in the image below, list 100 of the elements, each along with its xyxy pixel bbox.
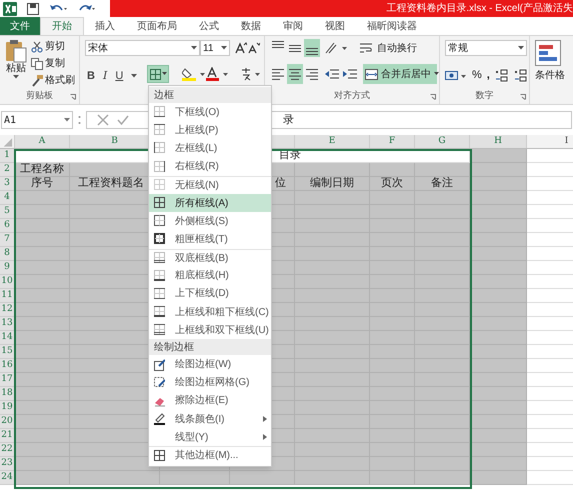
merge-center-button[interactable]: 合并后居中 <box>363 64 437 84</box>
row-header[interactable]: 6 <box>0 219 15 233</box>
ribbon-tab[interactable]: 页面布局 <box>126 17 188 35</box>
row-header[interactable]: 23 <box>0 457 15 471</box>
column-header[interactable]: G <box>415 135 470 148</box>
menu-item[interactable]: 上框线和双下框线(U) <box>149 321 271 340</box>
border-icon <box>154 324 165 336</box>
ribbon-tab[interactable]: 插入 <box>84 17 126 35</box>
row-header[interactable]: 17 <box>0 373 15 387</box>
increase-indent-icon[interactable] <box>343 68 357 80</box>
row-header[interactable]: 10 <box>0 275 15 289</box>
bold-button[interactable]: B <box>87 68 95 84</box>
menu-item[interactable]: 粗匣框线(T) <box>149 230 271 248</box>
font-name-dropdown[interactable]: 宋体 <box>85 40 200 56</box>
row-header[interactable]: 22 <box>0 443 15 457</box>
ribbon-tab[interactable]: 开始 <box>40 17 84 35</box>
caret-icon <box>518 46 524 50</box>
dialog-launcher-icon[interactable] <box>430 94 436 100</box>
menu-item[interactable]: 其他边框(M)... <box>149 446 271 465</box>
text-orientation-icon[interactable] <box>325 41 349 55</box>
dialog-launcher-icon[interactable] <box>520 94 526 100</box>
menu-item[interactable]: 线型(Y) <box>149 428 271 446</box>
font-size-dropdown[interactable]: 11 <box>200 40 230 56</box>
row-header[interactable]: 15 <box>0 345 15 359</box>
row-header[interactable]: 18 <box>0 387 15 401</box>
format-painter-button[interactable]: 格式刷 <box>31 74 75 87</box>
menu-item[interactable]: 粗底框线(H) <box>149 266 271 285</box>
ribbon-tab[interactable]: 公式 <box>188 17 230 35</box>
decrease-decimal-icon[interactable] <box>514 68 528 82</box>
wrap-text-button[interactable]: 自动换行 <box>360 40 417 56</box>
row-header[interactable]: 12 <box>0 303 15 317</box>
phonetic-guide-icon[interactable] <box>240 67 262 81</box>
excel-logo-icon[interactable] <box>3 2 17 16</box>
row-header[interactable]: 14 <box>0 331 15 345</box>
row-header[interactable]: 19 <box>0 401 15 415</box>
menu-item[interactable]: 所有框线(A) <box>149 194 271 212</box>
align-button[interactable] <box>287 64 303 84</box>
fill-color-icon[interactable] <box>182 67 206 81</box>
column-header[interactable]: E <box>295 135 370 148</box>
ribbon-tab[interactable]: 文件 <box>0 17 40 35</box>
column-header[interactable]: H <box>470 135 527 148</box>
row-header[interactable]: 13 <box>0 317 15 331</box>
menu-item[interactable]: 绘图边框(W) <box>149 355 271 374</box>
menu-item[interactable]: 绘图边框网格(G) <box>149 374 271 392</box>
row-header[interactable]: 3 <box>0 177 15 191</box>
dialog-launcher-icon[interactable] <box>70 94 76 100</box>
caret-icon[interactable] <box>131 74 138 78</box>
column-header[interactable]: F <box>370 135 415 148</box>
ribbon-tab[interactable]: 福昕阅读器 <box>356 17 428 35</box>
border-icon <box>154 252 165 264</box>
table-cell <box>15 247 70 261</box>
row-header[interactable]: 21 <box>0 429 15 443</box>
column-header[interactable]: I <box>527 135 573 148</box>
menu-item[interactable]: 上下框线(D) <box>149 284 271 304</box>
ribbon-tab[interactable]: 视图 <box>314 17 356 35</box>
menu-item[interactable]: 擦除边框(E) <box>149 392 271 410</box>
row-header[interactable]: 2 <box>0 163 15 177</box>
row-header[interactable]: 4 <box>0 191 15 205</box>
align-button[interactable] <box>304 39 320 57</box>
row-header[interactable]: 8 <box>0 247 15 261</box>
table-cell <box>15 261 70 275</box>
table-cell <box>370 163 415 177</box>
italic-button[interactable]: I <box>102 68 108 84</box>
conditional-formatting-button[interactable]: 条件格 <box>535 40 565 83</box>
percent-button[interactable]: % <box>472 67 482 84</box>
underline-button[interactable]: U <box>115 68 124 84</box>
save-icon[interactable] <box>27 2 39 14</box>
row-header[interactable]: 20 <box>0 415 15 429</box>
menu-item[interactable]: 线条颜色(I) <box>149 410 271 428</box>
font-color-icon[interactable] <box>206 67 230 81</box>
comma-style-button[interactable]: , <box>486 67 490 84</box>
row-header[interactable]: 5 <box>0 205 15 219</box>
row-header[interactable]: 1 <box>0 149 15 163</box>
increase-font-icon[interactable] <box>235 42 247 54</box>
menu-item[interactable]: 外侧框线(S) <box>149 212 271 230</box>
ribbon-tab[interactable]: 审阅 <box>272 17 314 35</box>
table-cell <box>470 303 527 317</box>
row-header[interactable]: 9 <box>0 261 15 275</box>
increase-decimal-icon[interactable] <box>494 68 509 82</box>
menu-item[interactable]: 双底框线(B) <box>149 248 271 267</box>
row-header[interactable]: 24 <box>0 471 15 485</box>
borders-button[interactable] <box>147 65 169 83</box>
row-header[interactable]: 7 <box>0 233 15 247</box>
currency-icon[interactable] <box>445 68 467 82</box>
menu-header: 边框 <box>149 87 271 103</box>
border-icon <box>154 233 165 246</box>
name-box[interactable]: A1 <box>1 111 73 129</box>
decrease-indent-icon[interactable] <box>325 68 339 80</box>
row-header[interactable]: 11 <box>0 289 15 303</box>
paste-button[interactable]: 粘贴 <box>3 39 29 85</box>
row-header[interactable]: 16 <box>0 359 15 373</box>
menu-item[interactable]: 上框线和粗下框线(C) <box>149 303 271 322</box>
number-format-dropdown[interactable]: 常规 <box>445 40 527 56</box>
formula-text: 录 <box>283 112 294 128</box>
decrease-font-icon[interactable] <box>248 42 260 54</box>
ribbon-tab[interactable]: 数据 <box>230 17 272 35</box>
cut-button[interactable]: 剪切 <box>31 40 75 53</box>
menu-item[interactable]: 下框线(O) <box>149 103 271 122</box>
column-header[interactable]: A <box>15 135 70 148</box>
copy-button[interactable]: 复制 <box>31 57 75 70</box>
